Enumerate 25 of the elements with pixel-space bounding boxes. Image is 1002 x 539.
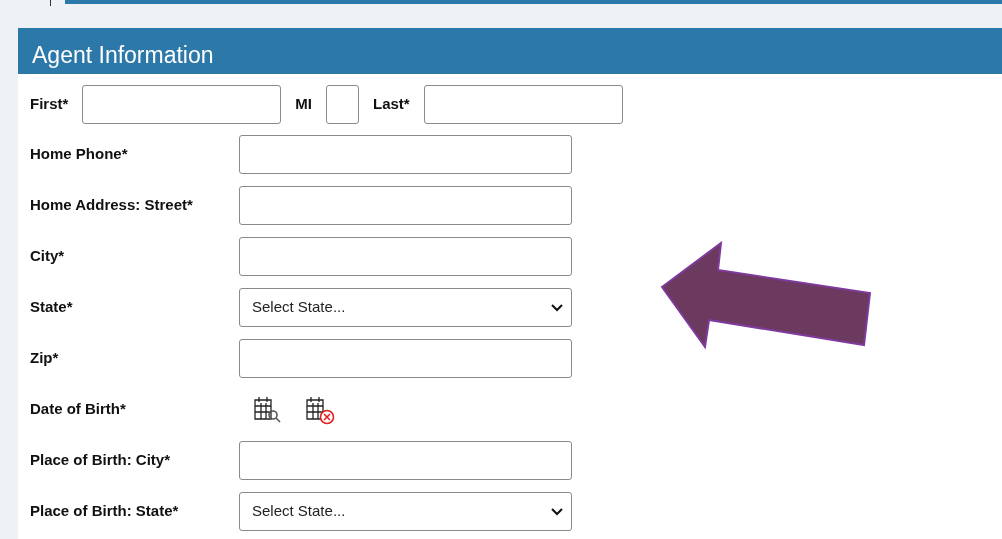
field-label: State* (30, 297, 74, 318)
text-field[interactable] (239, 237, 572, 276)
text-field[interactable] (239, 135, 572, 174)
text-field[interactable] (326, 84, 359, 124)
chevron-down-icon (551, 303, 563, 312)
field-label: Home Phone* (30, 144, 129, 165)
field-label: Place of Birth: State* (30, 501, 180, 522)
panel-title: Agent Information (32, 40, 214, 70)
field-label: City* (30, 246, 66, 267)
field-label: Home Address: Street* (30, 195, 194, 216)
field-label: MI (295, 93, 312, 114)
chevron-down-icon (551, 507, 563, 516)
field-label: Place of Birth: City* (30, 450, 172, 471)
text-field[interactable] (239, 339, 572, 378)
state-dropdown[interactable]: Select State... (239, 288, 572, 327)
state-dropdown[interactable]: Select State... (239, 492, 572, 531)
text-field[interactable] (82, 84, 282, 124)
calendar-clear-icon[interactable] (303, 394, 337, 425)
field-label: Date of Birth* (30, 399, 127, 420)
text-field[interactable] (239, 186, 572, 225)
field-label: Last* (373, 93, 410, 114)
field-label: First* (30, 93, 69, 114)
text-field[interactable] (239, 441, 572, 480)
text-field[interactable] (423, 84, 623, 124)
field-label: Zip* (30, 348, 60, 369)
